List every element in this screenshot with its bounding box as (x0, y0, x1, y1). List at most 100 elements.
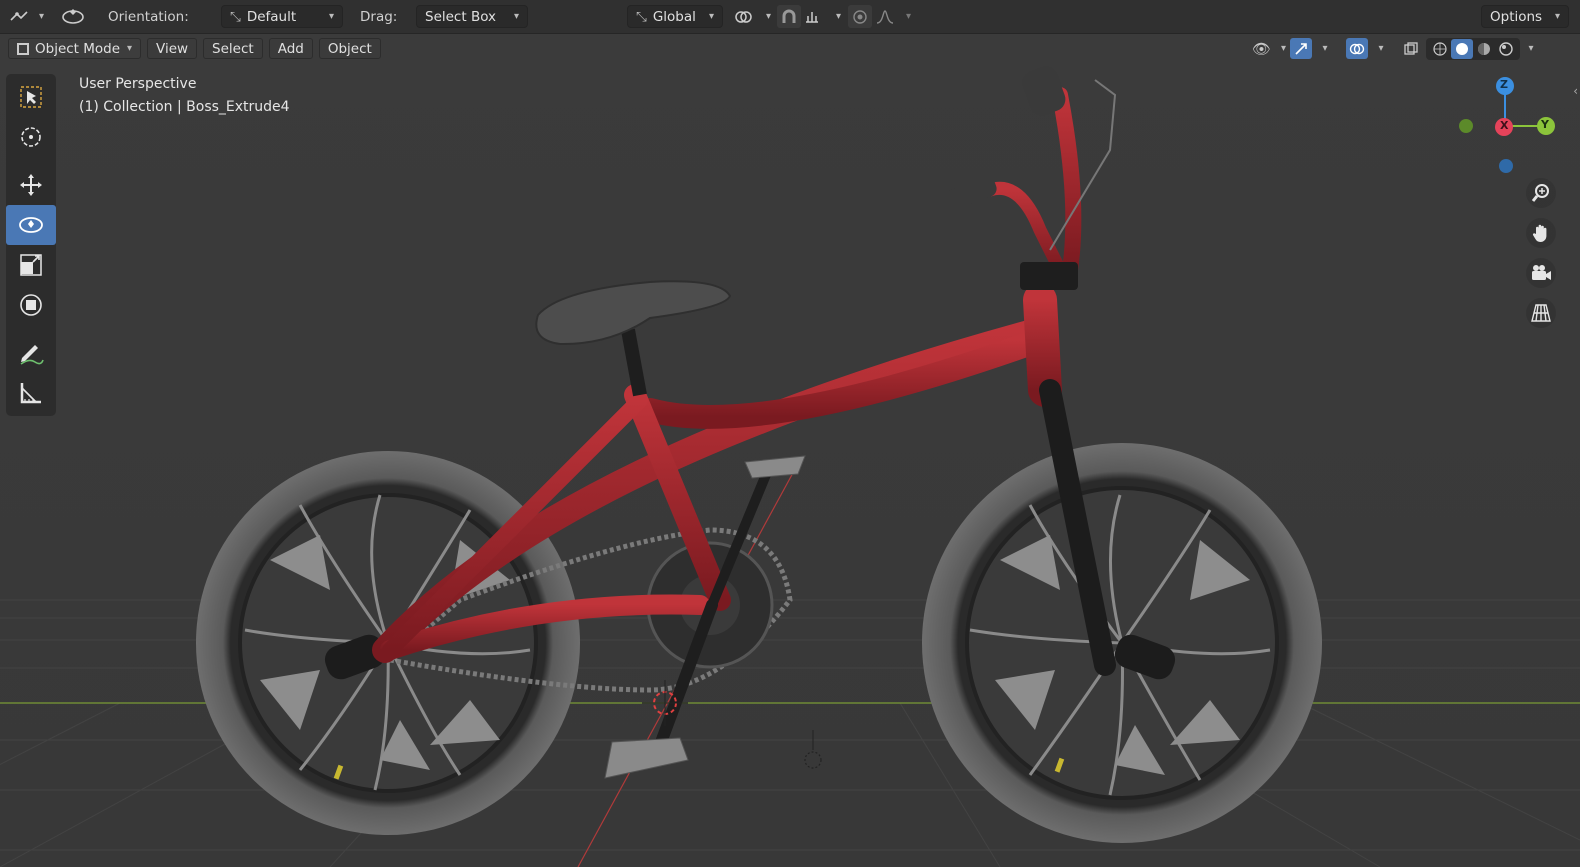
pivot-icon (735, 10, 752, 23)
orientation-label: Orientation: (108, 8, 189, 25)
rotate-tool[interactable] (6, 205, 56, 245)
chevron-down-icon: ▾ (905, 11, 911, 22)
gizmo-y-label: Y (1541, 118, 1549, 131)
menu-add[interactable]: Add (268, 38, 313, 59)
select-box-tool[interactable] (6, 77, 56, 117)
falloff-curve-icon (876, 9, 894, 24)
navigation-gizmo[interactable]: Z Y X (1455, 72, 1559, 182)
shading-mode-group (1426, 37, 1520, 60)
chevron-down-icon: ▾ (765, 11, 771, 22)
gizmo-neg-y-handle[interactable] (1459, 119, 1473, 133)
mode-value: Object Mode (35, 40, 121, 57)
rendered-shading-icon[interactable] (1495, 39, 1517, 59)
stem (1020, 262, 1078, 290)
viewport-editor-icon (10, 10, 28, 21)
chevron-down-icon: ▾ (835, 11, 841, 22)
move-tool[interactable] (6, 165, 56, 205)
scale-tool[interactable] (6, 245, 56, 285)
select-box-icon (20, 86, 42, 108)
scene-canvas (0, 66, 1580, 867)
front-wheel (922, 443, 1322, 843)
editor-type-dropdown[interactable]: ▾ (8, 5, 44, 28)
navigation-buttons (1526, 178, 1556, 328)
chevron-down-icon: ▾ (1280, 43, 1286, 54)
snap-toggle[interactable] (777, 5, 801, 28)
falloff-dropdown[interactable]: ▾ (875, 5, 911, 28)
tool-shelf (6, 74, 56, 416)
chevron-down-icon: ▾ (1554, 11, 1560, 22)
transform-orientation-dropdown[interactable]: ⤡ Global ▾ (627, 5, 723, 28)
proportional-editing-toggle[interactable] (848, 5, 872, 28)
annotate-icon (20, 345, 44, 365)
mode-dropdown[interactable]: Object Mode ▾ (8, 38, 141, 59)
drag-value: Select Box (425, 8, 497, 25)
chevron-down-icon: ▾ (513, 11, 519, 22)
object-mode-icon (17, 42, 29, 55)
collection-info: (1) Collection | Boss_Extrude4 (79, 99, 290, 115)
eye-icon: 👁 (1252, 39, 1272, 58)
tool-settings-bar: ▾ Orientation: ⤡ Default ▾ Drag: Select … (0, 0, 1580, 34)
gizmo-toggle[interactable] (1290, 38, 1312, 59)
snap-target-dropdown[interactable]: ▾ (803, 5, 841, 28)
wireframe-shading-icon[interactable] (1429, 39, 1451, 59)
zoom-icon (1531, 184, 1549, 202)
seat-post (621, 328, 647, 397)
pedal-back (744, 455, 806, 479)
transform-orientation-value: Global (652, 8, 696, 25)
orientation-dropdown[interactable]: ⤡ Default ▾ (221, 5, 343, 28)
pedal (604, 737, 689, 779)
options-label: Options (1490, 8, 1543, 25)
proportional-editing-icon (853, 9, 867, 24)
overlays-icon (1349, 43, 1365, 54)
visibility-dropdown[interactable]: 👁 ▾ (1252, 40, 1286, 58)
gizmo-dropdown-chevron-icon[interactable]: ▾ (1316, 43, 1334, 54)
cursor-icon (21, 127, 41, 147)
options-dropdown[interactable]: Options ▾ (1481, 5, 1569, 28)
overlays-dropdown-chevron-icon[interactable]: ▾ (1372, 43, 1390, 54)
chevron-down-icon: ▾ (708, 11, 714, 22)
view-name: User Perspective (79, 76, 197, 92)
measure-tool[interactable] (6, 373, 56, 413)
material-shading-icon[interactable] (1473, 39, 1495, 59)
annotate-tool[interactable] (6, 333, 56, 373)
xray-icon (1404, 41, 1418, 55)
move-icon (20, 174, 42, 196)
light-object-icon (804, 730, 822, 769)
shading-dropdown-chevron-icon[interactable]: ▾ (1524, 43, 1538, 54)
grid-perspective-icon (1531, 304, 1551, 322)
orientation-icon: ⤡ (230, 8, 241, 25)
cursor-tool[interactable] (6, 117, 56, 157)
camera-view-button[interactable] (1526, 258, 1556, 288)
orientation-value: Default (246, 8, 297, 25)
rotate-icon (19, 217, 43, 233)
gizmo-icon (1295, 42, 1307, 55)
sidebar-toggle-chevron-icon[interactable]: ‹ (1573, 84, 1578, 98)
left-grip (945, 176, 997, 210)
overlays-toggle[interactable] (1346, 38, 1368, 59)
pan-button[interactable] (1526, 218, 1556, 248)
scale-icon (20, 254, 42, 276)
xray-toggle[interactable] (1400, 38, 1422, 59)
drag-dropdown[interactable]: Select Box ▾ (416, 5, 528, 28)
menu-object[interactable]: Object (318, 38, 381, 59)
gizmo-neg-z-handle[interactable] (1499, 159, 1513, 173)
menu-select[interactable]: Select (203, 38, 263, 59)
zoom-button[interactable] (1526, 178, 1556, 208)
hand-icon (1532, 224, 1547, 242)
snap-increment-icon (806, 11, 818, 23)
pivot-point-dropdown[interactable]: ▾ (733, 5, 771, 28)
perspective-toggle-button[interactable] (1526, 298, 1556, 328)
transform-orientation-icon: ⤡ (636, 8, 647, 25)
solid-shading-icon[interactable] (1451, 38, 1473, 59)
active-tool-indicator[interactable] (58, 5, 88, 28)
chevron-down-icon: ▾ (328, 11, 334, 22)
measure-icon (20, 383, 41, 404)
3d-viewport[interactable]: User Perspective (1) Collection | Boss_E… (0, 34, 1580, 867)
camera-icon (1532, 265, 1551, 280)
chevron-down-icon: ▾ (38, 11, 44, 22)
rotate-icon (62, 8, 84, 24)
gizmo-x-label: X (1500, 119, 1509, 132)
menu-view[interactable]: View (147, 38, 198, 59)
drag-label: Drag: (360, 8, 398, 25)
transform-tool[interactable] (6, 285, 56, 325)
